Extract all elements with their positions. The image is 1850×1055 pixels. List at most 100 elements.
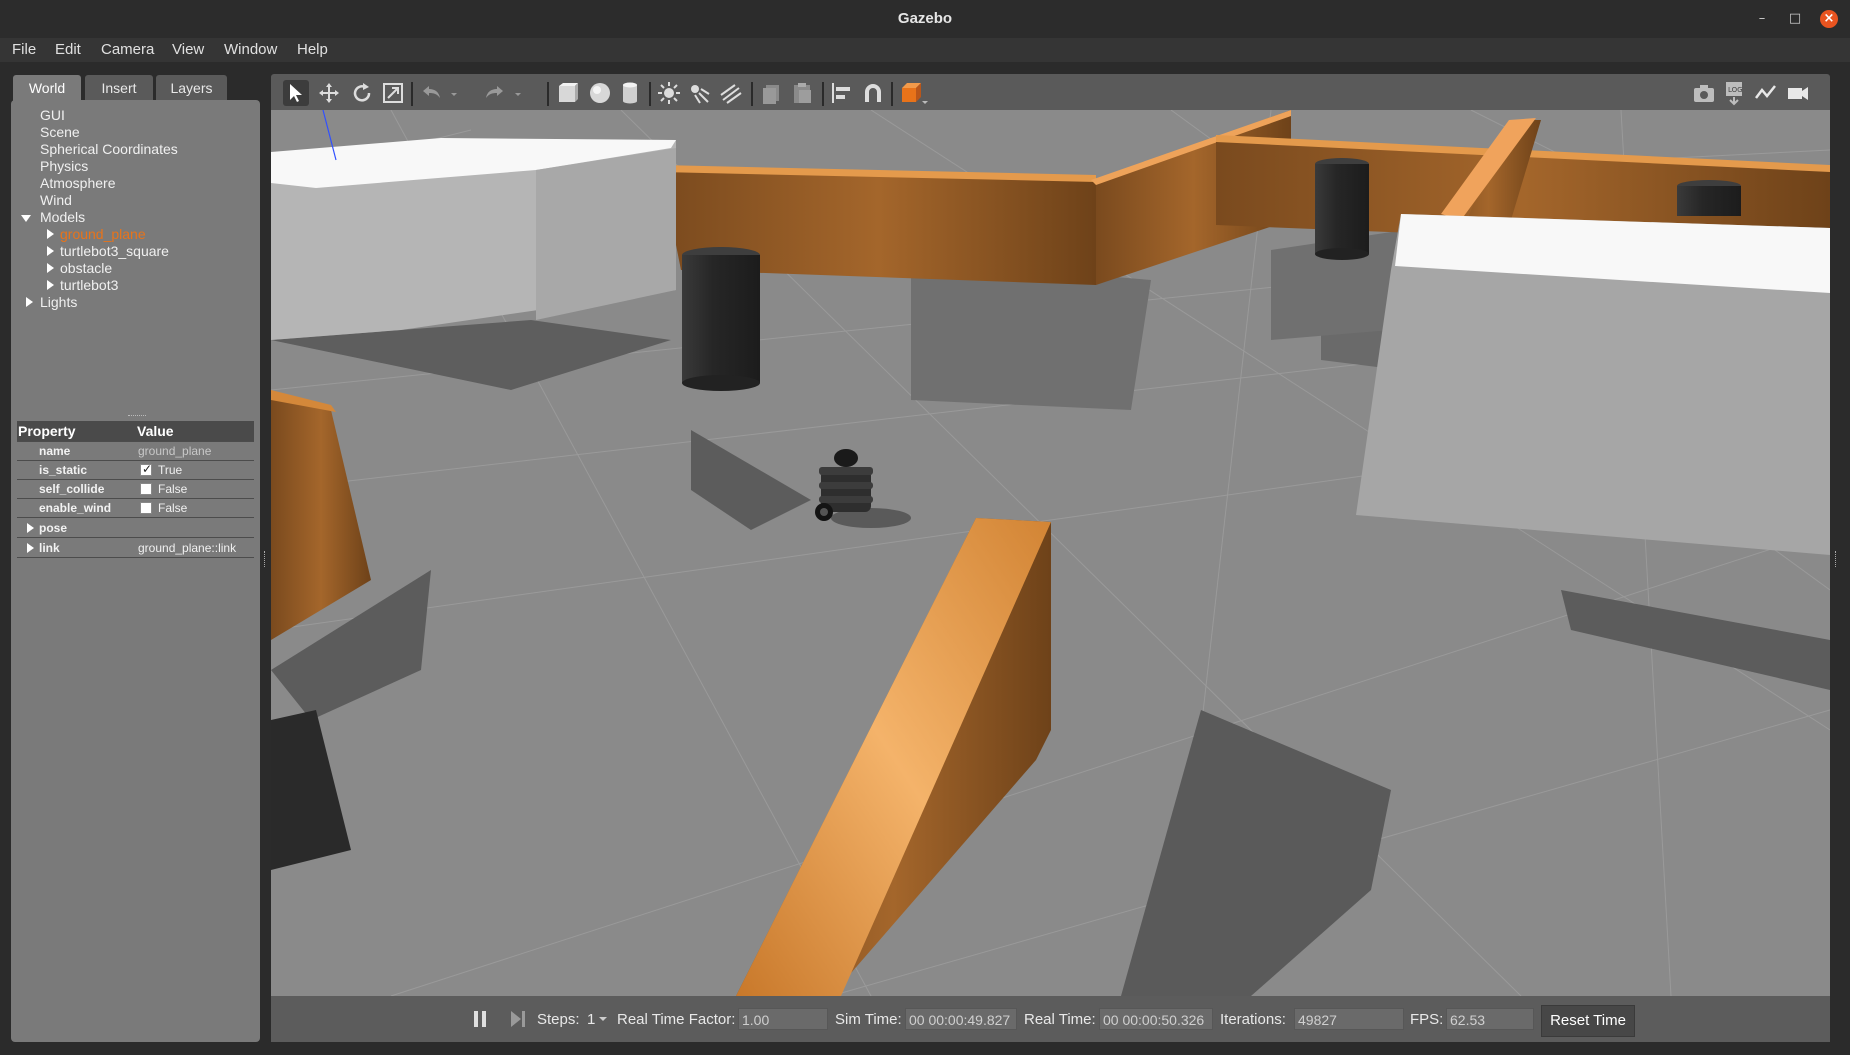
redo-history-dropdown[interactable]: [511, 80, 525, 106]
property-name: name: [39, 444, 71, 458]
property-value[interactable]: ground_plane: [138, 444, 211, 458]
menu-camera[interactable]: Camera: [101, 41, 154, 58]
move-icon: [319, 83, 339, 103]
expand-turtlebot3-square-icon[interactable]: [47, 246, 54, 256]
tree-item-spherical-coordinates[interactable]: Spherical Coordinates: [40, 141, 178, 157]
is-static-checkbox[interactable]: ✓: [140, 462, 153, 476]
property-row-link[interactable]: link ground_plane::link: [17, 539, 254, 558]
tree-item-gui[interactable]: GUI: [40, 107, 65, 123]
title-bar: Gazebo – □ ×: [0, 0, 1850, 39]
reset-time-button[interactable]: Reset Time: [1541, 1005, 1635, 1037]
expand-ground-plane-icon[interactable]: [47, 229, 54, 239]
scale-icon: [383, 83, 403, 103]
record-video-button[interactable]: [1785, 80, 1811, 106]
window-title: Gazebo: [897, 10, 953, 27]
property-name: enable_wind: [39, 501, 112, 515]
step-button[interactable]: [509, 1010, 527, 1028]
steps-label: Steps:: [537, 1011, 580, 1028]
expand-pose-icon[interactable]: [27, 523, 34, 533]
spot-light-button[interactable]: [686, 80, 712, 106]
property-row-pose[interactable]: pose: [17, 519, 254, 538]
video-camera-icon: [1788, 87, 1808, 100]
directional-light-button[interactable]: [718, 80, 744, 106]
expand-models-icon[interactable]: [21, 215, 31, 222]
panel-splitter-right[interactable]: [1835, 551, 1839, 567]
menu-view[interactable]: View: [172, 41, 204, 58]
align-icon: [832, 83, 850, 103]
copy-button[interactable]: [758, 80, 784, 106]
cylinder-shape-button[interactable]: [617, 80, 643, 106]
tab-insert[interactable]: Insert: [85, 75, 153, 101]
select-mode-button[interactable]: [283, 80, 309, 106]
self-collide-checkbox[interactable]: [140, 483, 152, 495]
expand-obstacle-icon[interactable]: [47, 263, 54, 273]
spot-light-icon: [691, 85, 710, 104]
cylinder-icon: [623, 82, 637, 104]
paste-button[interactable]: [789, 80, 815, 106]
property-name: self_collide: [39, 482, 105, 496]
snap-button[interactable]: [860, 80, 886, 106]
toolbar-separator: [649, 82, 651, 106]
splitter-handle[interactable]: [128, 415, 146, 418]
point-light-button[interactable]: [656, 80, 682, 106]
pause-button[interactable]: [472, 1010, 488, 1028]
real-time-field: 00 00:00:50.326: [1099, 1008, 1213, 1030]
sphere-shape-button[interactable]: [587, 80, 613, 106]
steps-spinner[interactable]: [598, 1008, 608, 1026]
tree-item-lights[interactable]: Lights: [40, 294, 77, 310]
plot-button[interactable]: [1753, 80, 1779, 106]
toolbar-separator: [751, 82, 753, 106]
checkmark-icon: ✓: [142, 462, 153, 476]
undo-history-dropdown[interactable]: [447, 80, 461, 106]
expand-lights-icon[interactable]: [26, 297, 33, 307]
menu-help[interactable]: Help: [297, 41, 328, 58]
rotate-mode-button[interactable]: [349, 80, 375, 106]
maximize-button[interactable]: □: [1786, 10, 1804, 28]
tree-item-scene[interactable]: Scene: [40, 124, 80, 140]
box-shape-button[interactable]: [554, 80, 580, 106]
tree-item-models[interactable]: Models: [40, 209, 85, 225]
sim-time-field: 00 00:00:49.827: [905, 1008, 1017, 1030]
tree-item-physics[interactable]: Physics: [40, 158, 88, 174]
tree-item-obstacle[interactable]: obstacle: [60, 260, 112, 276]
3d-viewport[interactable]: [271, 110, 1830, 996]
view-angle-icon: [902, 83, 928, 104]
enable-wind-checkbox[interactable]: [140, 502, 152, 514]
property-name: pose: [39, 521, 68, 535]
close-button[interactable]: ×: [1820, 10, 1838, 28]
minimize-button[interactable]: –: [1753, 10, 1771, 28]
rotate-icon: [353, 83, 371, 102]
undo-icon: [423, 86, 440, 98]
scale-mode-button[interactable]: [380, 80, 406, 106]
tree-item-atmosphere[interactable]: Atmosphere: [40, 175, 115, 191]
tree-item-turtlebot3[interactable]: turtlebot3: [60, 277, 118, 293]
fps-field: 62.53: [1446, 1008, 1534, 1030]
menu-edit[interactable]: Edit: [55, 41, 81, 58]
screenshot-button[interactable]: [1691, 80, 1717, 106]
tree-item-wind[interactable]: Wind: [40, 192, 72, 208]
iterations-field: 49827: [1294, 1008, 1404, 1030]
redo-button[interactable]: [481, 80, 507, 106]
align-button[interactable]: [829, 80, 855, 106]
log-button[interactable]: LOG: [1722, 80, 1748, 106]
sphere-icon: [590, 83, 610, 103]
property-row-is-static: is_static ✓ True: [17, 461, 254, 480]
tab-layers[interactable]: Layers: [156, 75, 227, 101]
time-panel: Steps: 1 Real Time Factor: 1.00 Sim Time…: [271, 996, 1830, 1042]
real-time-label: Real Time:: [1024, 1011, 1096, 1028]
tree-item-ground-plane[interactable]: ground_plane: [60, 226, 146, 242]
menu-window[interactable]: Window: [224, 41, 277, 58]
steps-value[interactable]: 1: [587, 1011, 595, 1028]
undo-button[interactable]: [419, 80, 445, 106]
tab-world[interactable]: World: [13, 75, 81, 101]
view-angle-button[interactable]: [898, 80, 930, 106]
menu-file[interactable]: File: [12, 41, 36, 58]
arrow-cursor-icon: [290, 84, 302, 102]
log-icon: LOG: [1726, 82, 1743, 106]
expand-turtlebot3-icon[interactable]: [47, 280, 54, 290]
tree-item-turtlebot3-square[interactable]: turtlebot3_square: [60, 243, 169, 259]
expand-link-icon[interactable]: [27, 543, 34, 553]
translate-mode-button[interactable]: [316, 80, 342, 106]
panel-splitter-left[interactable]: [264, 551, 268, 567]
plot-icon: [1755, 85, 1776, 99]
